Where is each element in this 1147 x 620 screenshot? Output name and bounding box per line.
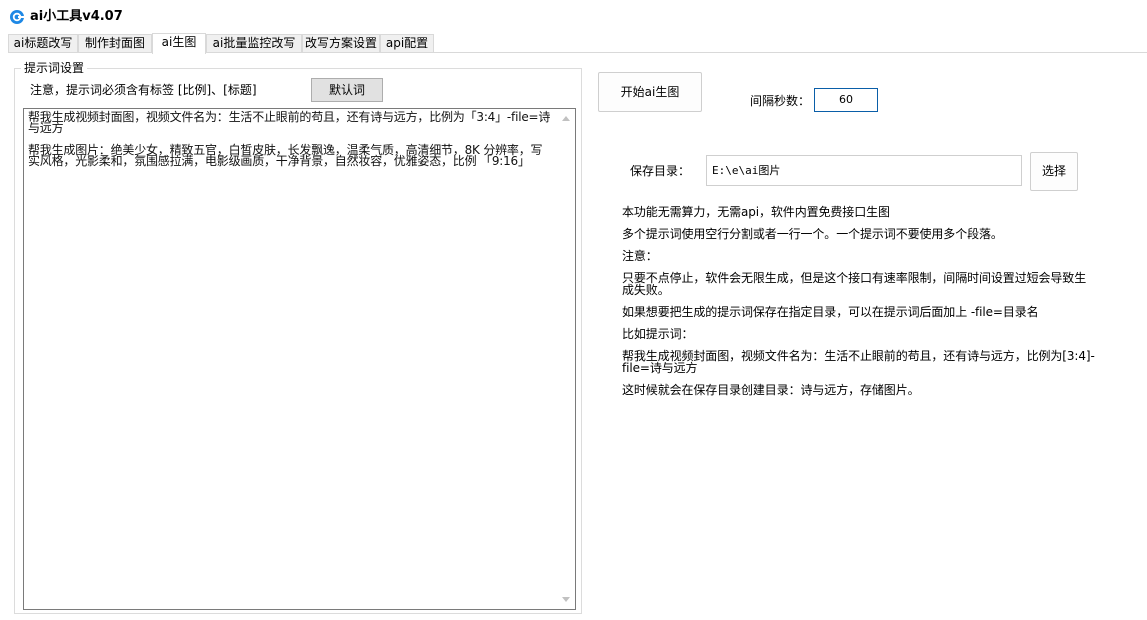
- scroll-up-icon[interactable]: [562, 116, 570, 121]
- info-line: 这时候就会在保存目录创建目录：诗与远方，存储图片。: [622, 383, 920, 397]
- choose-dir-button[interactable]: 选择: [1030, 152, 1078, 191]
- prompt-settings-title: 提示词设置: [21, 61, 88, 75]
- title-bar: ai小工具v4.07: [0, 0, 1147, 33]
- info-line: 只要不点停止，软件会无限生成，但是这个接口有速率限制，间隔时间设置过短会导致生成…: [622, 271, 1087, 297]
- interval-label: 间隔秒数：: [750, 94, 811, 108]
- info-line: 比如提示词：: [622, 327, 694, 341]
- app-logo-icon: [10, 10, 24, 24]
- info-text-block: 本功能无需算力，无需api，软件内置免费接口生图 多个提示词使用空行分割或者一行…: [622, 206, 1097, 406]
- tab-make-cover[interactable]: 制作封面图: [78, 34, 152, 53]
- tab-content-ai-image: 提示词设置 注意，提示词必须含有标签 [比例]、[标题] 默认词 帮我生成视频封…: [0, 53, 1147, 620]
- info-line: 本功能无需算力，无需api，软件内置免费接口生图: [622, 205, 890, 219]
- prompt-notice: 注意，提示词必须含有标签 [比例]、[标题]: [30, 83, 257, 97]
- default-prompt-button[interactable]: 默认词: [311, 78, 383, 102]
- prompt-text[interactable]: 帮我生成视频封面图，视频文件名为：生活不止眼前的苟且，还有诗与远方，比例为「3:…: [24, 109, 558, 609]
- tab-strip: ai标题改写 制作封面图 ai生图 ai批量监控改写 改写方案设置 api配置: [8, 33, 1147, 54]
- prompt-settings-group: 提示词设置 注意，提示词必须含有标签 [比例]、[标题] 默认词 帮我生成视频封…: [14, 61, 582, 614]
- save-dir-label: 保存目录：: [630, 164, 691, 178]
- tab-ai-batch-monitor[interactable]: ai批量监控改写: [206, 34, 302, 53]
- prompt-scrollbar[interactable]: [558, 109, 575, 609]
- tab-rewrite-scheme[interactable]: 改写方案设置: [302, 34, 380, 53]
- window-title: ai小工具v4.07: [30, 9, 123, 24]
- prompt-textarea[interactable]: 帮我生成视频封面图，视频文件名为：生活不止眼前的苟且，还有诗与远方，比例为「3:…: [23, 108, 576, 610]
- info-line: 注意：: [622, 249, 658, 263]
- tab-ai-title-rewrite[interactable]: ai标题改写: [8, 34, 78, 53]
- info-line: 帮我生成视频封面图，视频文件名为：生活不止眼前的苟且，还有诗与远方，比例为[3:…: [622, 349, 1095, 375]
- save-dir-input[interactable]: E:\e\ai图片: [706, 155, 1022, 186]
- info-line: 如果想要把生成的提示词保存在指定目录，可以在提示词后面加上 -file=目录名: [622, 305, 1039, 319]
- interval-seconds-input[interactable]: 60: [814, 88, 878, 112]
- start-generate-button[interactable]: 开始ai生图: [598, 72, 702, 112]
- info-line: 多个提示词使用空行分割或者一行一个。一个提示词不要使用多个段落。: [622, 227, 1003, 241]
- tab-api-config[interactable]: api配置: [380, 34, 434, 53]
- scroll-down-icon[interactable]: [562, 597, 570, 602]
- tab-ai-image[interactable]: ai生图: [152, 33, 206, 54]
